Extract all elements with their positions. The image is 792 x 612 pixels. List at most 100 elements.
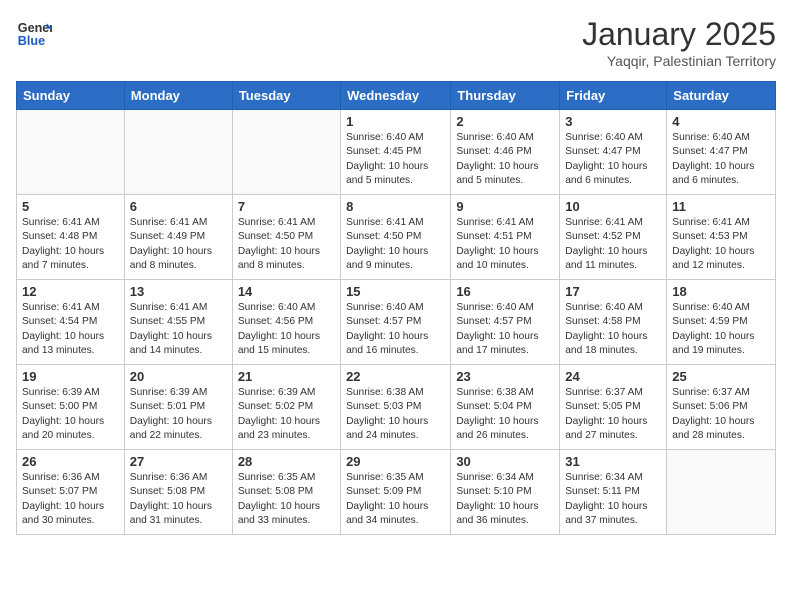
day-number: 8 [346,199,445,214]
day-info: Sunrise: 6:37 AM Sunset: 5:05 PM Dayligh… [565,386,661,443]
day-cell: 26 Sunrise: 6:36 AM Sunset: 5:07 PM Dayli… [17,450,125,535]
day-cell: 6 Sunrise: 6:41 AM Sunset: 4:49 PM Daylig… [124,195,232,280]
day-cell: 16 Sunrise: 6:40 AM Sunset: 4:57 PM Dayli… [451,280,560,365]
day-number: 10 [565,199,661,214]
day-info: Sunrise: 6:41 AM Sunset: 4:50 PM Dayligh… [238,216,335,273]
day-cell: 14 Sunrise: 6:40 AM Sunset: 4:56 PM Dayli… [232,280,340,365]
week-row-2: 5 Sunrise: 6:41 AM Sunset: 4:48 PM Daylig… [17,195,776,280]
day-info: Sunrise: 6:37 AM Sunset: 5:06 PM Dayligh… [672,386,770,443]
day-cell: 9Sunrise: 6:41 AM Sunset: 4:51 PM Daylig… [451,195,560,280]
day-cell: 10 Sunrise: 6:41 AM Sunset: 4:52 PM Dayli… [560,195,667,280]
day-cell: 15Sunrise: 6:40 AM Sunset: 4:57 PM Dayli… [341,280,451,365]
day-info: Sunrise: 6:40 AM Sunset: 4:57 PM Dayligh… [456,301,554,358]
day-cell: 13Sunrise: 6:41 AM Sunset: 4:55 PM Dayli… [124,280,232,365]
day-number: 26 [22,454,119,469]
day-cell: 18 Sunrise: 6:40 AM Sunset: 4:59 PM Dayli… [667,280,776,365]
day-info: Sunrise: 6:40 AM Sunset: 4:59 PM Dayligh… [672,301,770,358]
week-row-4: 19 Sunrise: 6:39 AM Sunset: 5:00 PM Dayli… [17,365,776,450]
svg-text:Blue: Blue [18,34,45,48]
day-cell: 17Sunrise: 6:40 AM Sunset: 4:58 PM Dayli… [560,280,667,365]
col-header-wednesday: Wednesday [341,82,451,110]
day-info: Sunrise: 6:41 AM Sunset: 4:49 PM Dayligh… [130,216,227,273]
day-number: 29 [346,454,445,469]
day-info: Sunrise: 6:41 AM Sunset: 4:50 PM Dayligh… [346,216,445,273]
day-cell: 23 Sunrise: 6:38 AM Sunset: 5:04 PM Dayli… [451,365,560,450]
day-number: 31 [565,454,661,469]
day-cell: 25 Sunrise: 6:37 AM Sunset: 5:06 PM Dayli… [667,365,776,450]
calendar-table: SundayMondayTuesdayWednesdayThursdayFrid… [16,81,776,535]
day-number: 9 [456,199,554,214]
day-number: 7 [238,199,335,214]
day-number: 24 [565,369,661,384]
day-number: 4 [672,114,770,129]
day-info: Sunrise: 6:38 AM Sunset: 5:04 PM Dayligh… [456,386,554,443]
day-info: Sunrise: 6:40 AM Sunset: 4:47 PM Dayligh… [672,131,770,188]
col-header-monday: Monday [124,82,232,110]
day-cell: 11Sunrise: 6:41 AM Sunset: 4:53 PM Dayli… [667,195,776,280]
day-info: Sunrise: 6:35 AM Sunset: 5:08 PM Dayligh… [238,471,335,528]
day-number: 3 [565,114,661,129]
col-header-thursday: Thursday [451,82,560,110]
col-header-sunday: Sunday [17,82,125,110]
day-number: 1 [346,114,445,129]
day-number: 28 [238,454,335,469]
day-number: 21 [238,369,335,384]
month-title: January 2025 [582,16,776,53]
day-cell: 8 Sunrise: 6:41 AM Sunset: 4:50 PM Daylig… [341,195,451,280]
day-cell: 12 Sunrise: 6:41 AM Sunset: 4:54 PM Dayli… [17,280,125,365]
title-block: January 2025 Yaqqir, Palestinian Territo… [582,16,776,69]
day-cell: 7 Sunrise: 6:41 AM Sunset: 4:50 PM Daylig… [232,195,340,280]
day-cell: 30Sunrise: 6:34 AM Sunset: 5:10 PM Dayli… [451,450,560,535]
day-info: Sunrise: 6:34 AM Sunset: 5:11 PM Dayligh… [565,471,661,528]
location-subtitle: Yaqqir, Palestinian Territory [582,53,776,69]
day-number: 16 [456,284,554,299]
day-info: Sunrise: 6:38 AM Sunset: 5:03 PM Dayligh… [346,386,445,443]
day-info: Sunrise: 6:39 AM Sunset: 5:02 PM Dayligh… [238,386,335,443]
week-row-1: 1 Sunrise: 6:40 AM Sunset: 4:45 PM Daylig… [17,110,776,195]
day-cell [124,110,232,195]
day-number: 12 [22,284,119,299]
day-number: 27 [130,454,227,469]
day-info: Sunrise: 6:41 AM Sunset: 4:53 PM Dayligh… [672,216,770,273]
day-cell: 5 Sunrise: 6:41 AM Sunset: 4:48 PM Daylig… [17,195,125,280]
day-info: Sunrise: 6:40 AM Sunset: 4:47 PM Dayligh… [565,131,661,188]
day-number: 20 [130,369,227,384]
page-header: General Blue January 2025 Yaqqir, Palest… [16,16,776,69]
week-row-3: 12 Sunrise: 6:41 AM Sunset: 4:54 PM Dayli… [17,280,776,365]
day-info: Sunrise: 6:40 AM Sunset: 4:46 PM Dayligh… [456,131,554,188]
day-cell: 20Sunrise: 6:39 AM Sunset: 5:01 PM Dayli… [124,365,232,450]
day-number: 17 [565,284,661,299]
day-info: Sunrise: 6:36 AM Sunset: 5:07 PM Dayligh… [22,471,119,528]
col-header-friday: Friday [560,82,667,110]
day-info: Sunrise: 6:41 AM Sunset: 4:52 PM Dayligh… [565,216,661,273]
day-cell: 4 Sunrise: 6:40 AM Sunset: 4:47 PM Daylig… [667,110,776,195]
day-cell: 31 Sunrise: 6:34 AM Sunset: 5:11 PM Dayli… [560,450,667,535]
day-info: Sunrise: 6:40 AM Sunset: 4:56 PM Dayligh… [238,301,335,358]
day-info: Sunrise: 6:40 AM Sunset: 4:45 PM Dayligh… [346,131,445,188]
logo: General Blue [16,16,52,52]
day-cell: 3 Sunrise: 6:40 AM Sunset: 4:47 PM Daylig… [560,110,667,195]
day-info: Sunrise: 6:41 AM Sunset: 4:54 PM Dayligh… [22,301,119,358]
day-info: Sunrise: 6:39 AM Sunset: 5:00 PM Dayligh… [22,386,119,443]
day-number: 18 [672,284,770,299]
day-cell: 24 Sunrise: 6:37 AM Sunset: 5:05 PM Dayli… [560,365,667,450]
day-number: 25 [672,369,770,384]
day-number: 19 [22,369,119,384]
day-number: 22 [346,369,445,384]
day-info: Sunrise: 6:41 AM Sunset: 4:48 PM Dayligh… [22,216,119,273]
calendar-header-row: SundayMondayTuesdayWednesdayThursdayFrid… [17,82,776,110]
day-number: 15 [346,284,445,299]
day-number: 23 [456,369,554,384]
day-number: 6 [130,199,227,214]
day-cell: 19 Sunrise: 6:39 AM Sunset: 5:00 PM Dayli… [17,365,125,450]
week-row-5: 26 Sunrise: 6:36 AM Sunset: 5:07 PM Dayli… [17,450,776,535]
day-number: 2 [456,114,554,129]
day-cell: 1 Sunrise: 6:40 AM Sunset: 4:45 PM Daylig… [341,110,451,195]
day-number: 5 [22,199,119,214]
col-header-tuesday: Tuesday [232,82,340,110]
day-cell: 28 Sunrise: 6:35 AM Sunset: 5:08 PM Dayli… [232,450,340,535]
day-cell: 2 Sunrise: 6:40 AM Sunset: 4:46 PM Daylig… [451,110,560,195]
day-number: 14 [238,284,335,299]
day-info: Sunrise: 6:36 AM Sunset: 5:08 PM Dayligh… [130,471,227,528]
day-cell [667,450,776,535]
